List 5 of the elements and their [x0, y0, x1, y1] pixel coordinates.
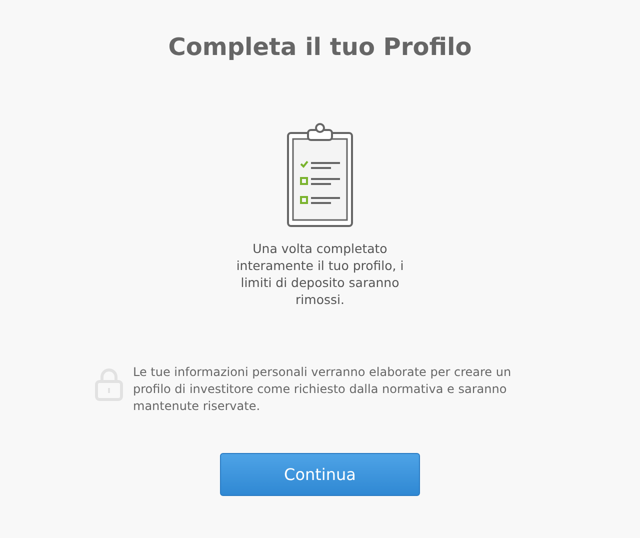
description-text: Una volta completato interamente il tuo profilo, i limiti di deposito saranno rimossi.: [235, 240, 405, 308]
clipboard-checklist-icon: [286, 122, 354, 228]
page-title: Completa il tuo Profilo: [168, 32, 472, 63]
continue-button[interactable]: Continua: [220, 453, 420, 496]
privacy-notice: Le tue informazioni personali verranno elaborate per creare un profilo di investitore come richiesto dalla normativa e saranno mantenute riservate.: [133, 364, 512, 415]
